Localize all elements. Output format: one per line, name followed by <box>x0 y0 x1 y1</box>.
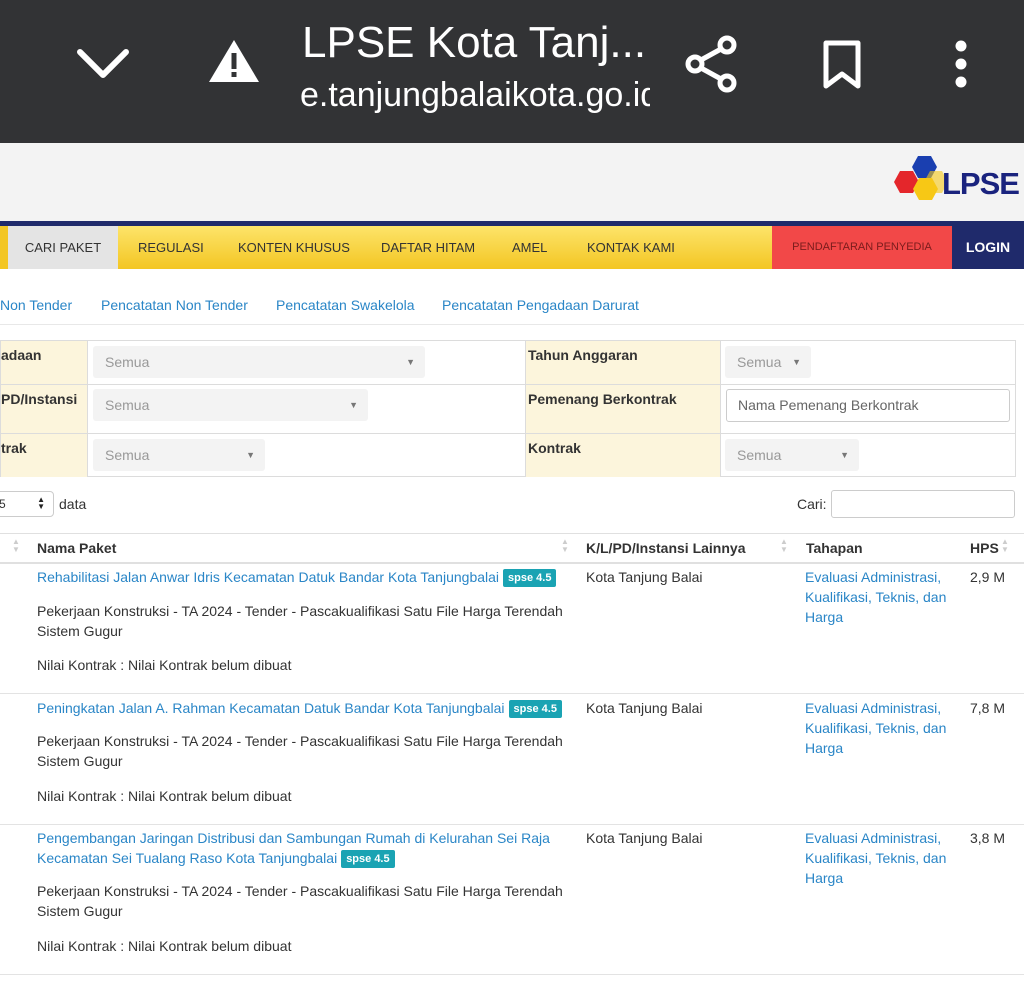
version-badge: spse 4.5 <box>503 569 557 587</box>
nilai-kontrak: Nilai Kontrak : Nilai Kontrak belum dibu… <box>37 657 292 673</box>
nav-konten-khusus[interactable]: KONTEN KHUSUS <box>238 226 350 269</box>
caret-down-icon: ▼ <box>246 450 255 460</box>
filter-label-kontrak-left: trak <box>1 434 88 477</box>
caret-down-icon: ▼ <box>406 357 415 367</box>
filter-label-jenis-pengadaan: adaan <box>1 341 88 385</box>
sort-icon[interactable]: ▲ ▼ <box>1001 538 1009 554</box>
paket-link[interactable]: Pengembangan Jaringan Distribusi dan Sam… <box>37 828 567 868</box>
paket-description: Pekerjaan Konstruksi - TA 2024 - Tender … <box>37 733 563 769</box>
paket-title[interactable]: Rehabilitasi Jalan Anwar Idris Kecamatan… <box>37 569 499 585</box>
nilai-kontrak: Nilai Kontrak : Nilai Kontrak belum dibu… <box>37 938 292 954</box>
nav-kontak-kami[interactable]: KONTAK KAMI <box>587 226 675 269</box>
browser-toolbar: LPSE Kota Tanj... e.tanjungbalaikota.go.… <box>0 0 1024 143</box>
tab-non-tender[interactable]: Non Tender <box>0 297 72 313</box>
nav-pendaftaran-penyedia[interactable]: PENDAFTARAN PENYEDIA <box>772 226 952 269</box>
sort-icon[interactable]: ▲ ▼ <box>780 538 788 554</box>
select-value: Semua <box>105 447 150 463</box>
paket-description: Pekerjaan Konstruksi - TA 2024 - Tender … <box>37 603 563 639</box>
caret-down-icon: ▼ <box>349 400 358 410</box>
table-search-input[interactable] <box>831 490 1015 518</box>
select-value: Semua <box>105 354 150 370</box>
kontrak-status-select[interactable]: Semua ▼ <box>93 439 265 471</box>
lpse-logo[interactable]: LPSE <box>894 154 1020 210</box>
tahapan-link[interactable]: Evaluasi Administrasi, Kualifikasi, Tekn… <box>805 828 955 888</box>
filter-label-pemenang: Pemenang Berkontrak <box>526 385 721 434</box>
filter-table: adaan Semua ▼ Tahun Anggaran Semua ▼ PD/In… <box>0 340 1016 477</box>
filter-cell: Semua ▼ <box>721 434 1016 477</box>
login-button[interactable]: LOGIN <box>952 226 1024 269</box>
tahapan-link[interactable]: Evaluasi Administrasi, Kualifikasi, Tekn… <box>805 567 955 627</box>
jenis-pengadaan-select[interactable]: Semua ▼ <box>93 346 425 378</box>
instansi-value: Kota Tanjung Balai <box>586 700 703 716</box>
filter-cell: Semua ▼ <box>88 341 526 385</box>
warning-icon[interactable] <box>207 38 261 89</box>
main-nav: CARI PAKET REGULASI KONTEN KHUSUS DAFTAR… <box>0 221 1024 269</box>
table-row: Rehabilitasi Jalan Anwar Idris Kecamatan… <box>0 564 1024 694</box>
updown-arrows-icon: ▲ ▼ <box>37 495 45 511</box>
version-badge: spse 4.5 <box>508 700 562 718</box>
col-instansi[interactable]: K/L/PD/Instansi Lainnya <box>586 540 745 556</box>
caret-down-icon: ▼ <box>792 357 801 367</box>
paket-link[interactable]: Peningkatan Jalan A. Rahman Kecamatan Da… <box>37 698 567 718</box>
col-tahapan[interactable]: Tahapan <box>806 540 863 556</box>
version-badge: spse 4.5 <box>341 850 395 868</box>
tab-pencatatan-swakelola[interactable]: Pencatatan Swakelola <box>276 297 415 313</box>
nav-cari-paket[interactable]: CARI PAKET <box>8 226 118 269</box>
table-row: Peningkatan Jalan A. Rahman Kecamatan Da… <box>0 694 1024 825</box>
logo-text: LPSE <box>942 166 1020 201</box>
table-row: Pengembangan Jaringan Distribusi dan Sam… <box>0 825 1024 975</box>
bookmark-icon[interactable] <box>822 40 862 95</box>
nav-daftar-hitam[interactable]: DAFTAR HITAM <box>381 226 475 269</box>
table-header: ▲ ▼ Nama Paket ▲ ▼ K/L/PD/Instansi Lainnya… <box>0 533 1024 564</box>
hps-value: 2,9 M <box>970 569 1006 585</box>
page-length-select[interactable]: 5 ▲ ▼ <box>0 491 54 517</box>
paket-title[interactable]: Peningkatan Jalan A. Rahman Kecamatan Da… <box>37 700 505 716</box>
search-label: Cari: <box>797 496 827 512</box>
filter-label-tahun-anggaran: Tahun Anggaran <box>526 341 721 385</box>
chevron-down-icon[interactable] <box>76 46 130 85</box>
paket-link[interactable]: Rehabilitasi Jalan Anwar Idris Kecamatan… <box>37 567 567 587</box>
page-url[interactable]: e.tanjungbalaikota.go.id <box>300 76 650 115</box>
tahapan-link[interactable]: Evaluasi Administrasi, Kualifikasi, Tekn… <box>805 698 955 758</box>
tab-pencatatan-pengadaan-darurat[interactable]: Pencatatan Pengadaan Darurat <box>442 297 639 313</box>
hps-value: 7,8 M <box>970 700 1006 716</box>
col-hps[interactable]: HPS <box>970 540 999 556</box>
tab-pencatatan-non-tender[interactable]: Pencatatan Non Tender <box>101 297 248 313</box>
hps-value: 3,8 M <box>970 830 1006 846</box>
pemenang-input[interactable]: Nama Pemenang Berkontrak <box>726 389 1010 422</box>
sub-tabs: Non Tender Pencatatan Non Tender Pencata… <box>0 285 1024 325</box>
instansi-select[interactable]: Semua ▼ <box>93 389 368 421</box>
page-length-suffix: data <box>59 496 87 512</box>
select-value: Semua <box>737 354 782 370</box>
instansi-value: Kota Tanjung Balai <box>586 830 703 846</box>
filter-cell: Semua ▼ <box>88 434 526 477</box>
filter-label-instansi: PD/Instansi <box>1 385 88 434</box>
col-nama-paket[interactable]: Nama Paket <box>37 540 116 556</box>
select-value: Semua <box>737 447 782 463</box>
kontrak-select[interactable]: Semua ▼ <box>725 439 859 471</box>
more-options-icon[interactable] <box>951 40 971 95</box>
nilai-kontrak: Nilai Kontrak : Nilai Kontrak belum dibu… <box>37 788 292 804</box>
paket-description: Pekerjaan Konstruksi - TA 2024 - Tender … <box>37 883 563 919</box>
select-value: Semua <box>105 397 150 413</box>
site-header: LPSE <box>0 143 1024 221</box>
caret-down-icon: ▼ <box>840 450 849 460</box>
filter-cell: Nama Pemenang Berkontrak <box>721 385 1016 434</box>
share-icon[interactable] <box>684 35 738 98</box>
page-title: LPSE Kota Tanj... <box>302 18 647 67</box>
nav-regulasi[interactable]: REGULASI <box>138 226 204 269</box>
tahun-anggaran-select[interactable]: Semua ▼ <box>725 346 811 378</box>
filter-label-kontrak: Kontrak <box>526 434 721 477</box>
page-length-value: 5 <box>0 497 6 511</box>
nav-amel[interactable]: AMEL <box>512 226 547 269</box>
instansi-value: Kota Tanjung Balai <box>586 569 703 585</box>
sort-icon[interactable]: ▲ ▼ <box>12 538 20 554</box>
filter-cell: Semua ▼ <box>88 385 526 434</box>
paket-title[interactable]: Pengembangan Jaringan Distribusi dan Sam… <box>37 830 550 866</box>
sort-icon[interactable]: ▲ ▼ <box>561 538 569 554</box>
filter-cell: Semua ▼ <box>721 341 1016 385</box>
